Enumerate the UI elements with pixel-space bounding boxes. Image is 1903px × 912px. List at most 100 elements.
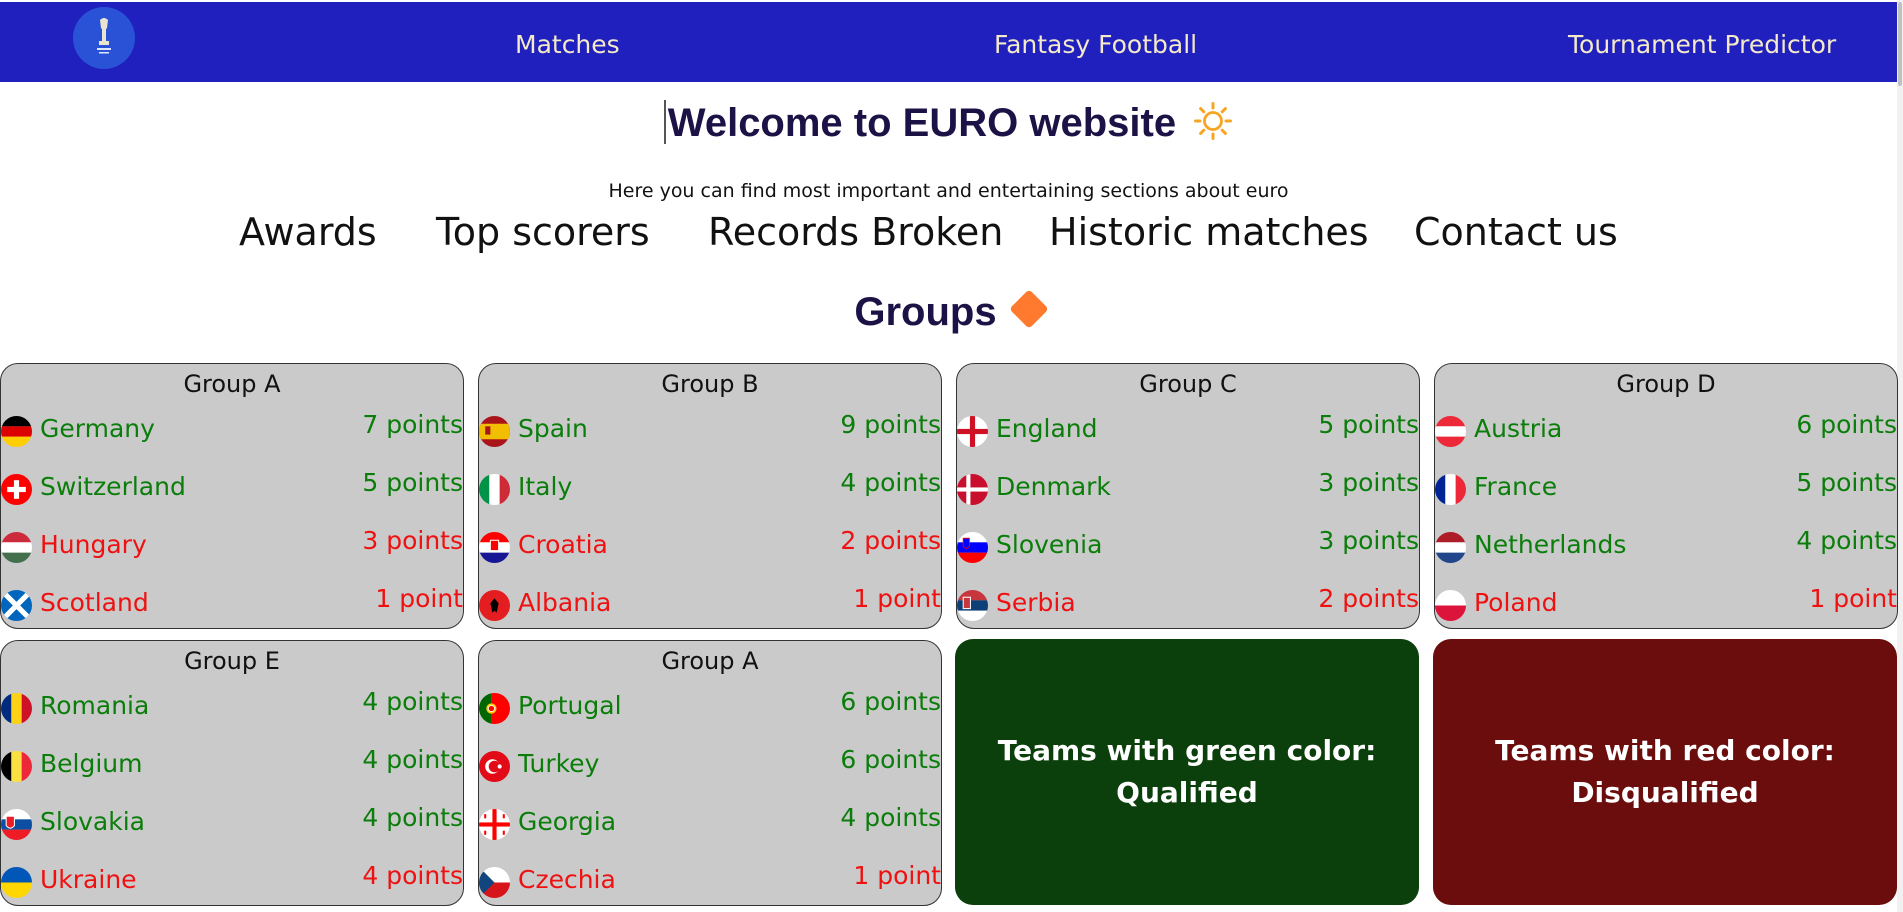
legend-qualified-line2: Qualified xyxy=(1116,776,1258,809)
group-card: Group E Romania 4 points Belgium 4 points Slo… xyxy=(0,640,464,906)
turkey-flag-icon xyxy=(479,751,510,782)
section-link-records-broken[interactable]: Records Broken xyxy=(708,210,1003,254)
team-points: 6 points xyxy=(840,687,941,716)
england-flag-icon xyxy=(957,416,988,447)
team-row: Czechia 1 point xyxy=(479,859,941,899)
team-row: Albania 1 point xyxy=(479,582,941,622)
scrollbar-thumb[interactable] xyxy=(1898,2,1902,86)
scotland-flag-icon xyxy=(1,590,32,621)
switzerland-flag-icon xyxy=(1,474,32,505)
section-link-top-scorers[interactable]: Top scorers xyxy=(436,210,650,254)
group-card: Group C England 5 points Denmark 3 points Slo… xyxy=(956,363,1420,629)
team-name: Spain xyxy=(518,414,588,443)
team-points: 1 point xyxy=(375,584,463,613)
section-link-awards[interactable]: Awards xyxy=(239,210,377,254)
austria-flag-icon xyxy=(1435,416,1466,447)
germany-flag-icon xyxy=(1,416,32,447)
team-points: 5 points xyxy=(1796,468,1897,497)
group-card: Group D Austria 6 points France 5 points Neth… xyxy=(1434,363,1898,629)
groups-heading-text: Groups xyxy=(854,290,997,334)
team-row: Ukraine 4 points xyxy=(1,859,463,899)
team-name: Hungary xyxy=(40,530,147,559)
team-name: Romania xyxy=(40,691,150,720)
team-points: 2 points xyxy=(1318,584,1419,613)
team-row: Italy 4 points xyxy=(479,466,941,506)
team-points: 4 points xyxy=(362,803,463,832)
sun-icon xyxy=(1194,102,1233,140)
top-nav: Matches Fantasy Football Tournament Pred… xyxy=(0,2,1897,82)
section-link-historic-matches[interactable]: Historic matches xyxy=(1049,210,1369,254)
legend-disqualified-line2: Disqualified xyxy=(1571,776,1759,809)
group-title: Group D xyxy=(1616,370,1716,398)
group-card: Group B Spain 9 points Italy 4 points Croatia… xyxy=(478,363,942,629)
team-points: 4 points xyxy=(362,687,463,716)
team-points: 3 points xyxy=(362,526,463,555)
group-title: Group B xyxy=(661,370,759,398)
team-row: Switzerland 5 points xyxy=(1,466,463,506)
page-title: Welcome to EURO website xyxy=(0,100,1897,146)
page-subtitle: Here you can find most important and ent… xyxy=(608,180,1289,202)
team-name: Germany xyxy=(40,414,155,443)
netherlands-flag-icon xyxy=(1435,532,1466,563)
team-points: 4 points xyxy=(362,745,463,774)
team-name: England xyxy=(996,414,1098,443)
euro-logo[interactable] xyxy=(73,7,135,69)
team-row: Slovakia 4 points xyxy=(1,801,463,841)
legend-qualified-line1: Teams with green color: xyxy=(997,734,1377,767)
team-row: Netherlands 4 points xyxy=(1435,524,1897,564)
team-row: Romania 4 points xyxy=(1,685,463,725)
nav-link-fantasy-football[interactable]: Fantasy Football xyxy=(994,30,1197,59)
croatia-flag-icon xyxy=(479,532,510,563)
team-row: Hungary 3 points xyxy=(1,524,463,564)
text-caret xyxy=(663,100,666,144)
trophy-icon xyxy=(97,18,111,54)
slovakia-flag-icon xyxy=(1,809,32,840)
team-row: Spain 9 points xyxy=(479,408,941,448)
team-name: Ukraine xyxy=(40,865,137,894)
team-row: Serbia 2 points xyxy=(957,582,1419,622)
team-row: Scotland 1 point xyxy=(1,582,463,622)
team-points: 6 points xyxy=(1796,410,1897,439)
hungary-flag-icon xyxy=(1,532,32,563)
team-points: 5 points xyxy=(362,468,463,497)
team-name: Poland xyxy=(1474,588,1558,617)
team-row: Portugal 6 points xyxy=(479,685,941,725)
legend-disqualified: Teams with red color: Disqualified xyxy=(1433,639,1897,905)
team-points: 4 points xyxy=(840,468,941,497)
orange-diamond-icon xyxy=(1008,289,1049,329)
group-card: Group A Portugal 6 points Turkey 6 points Geo… xyxy=(478,640,942,906)
group-title: Group A xyxy=(183,370,281,398)
team-row: Poland 1 point xyxy=(1435,582,1897,622)
group-title: Group A xyxy=(661,647,759,675)
team-name: Belgium xyxy=(40,749,143,778)
team-points: 5 points xyxy=(1318,410,1419,439)
slovenia-flag-icon xyxy=(957,532,988,563)
team-points: 2 points xyxy=(840,526,941,555)
nav-link-tournament-predictor[interactable]: Tournament Predictor xyxy=(1568,30,1836,59)
team-name: Georgia xyxy=(518,807,617,836)
page-title-text: Welcome to EURO website xyxy=(667,101,1177,145)
albania-flag-icon xyxy=(479,590,510,621)
team-name: Slovakia xyxy=(40,807,145,836)
team-row: Georgia 4 points xyxy=(479,801,941,841)
team-points: 4 points xyxy=(362,861,463,890)
ukraine-flag-icon xyxy=(1,867,32,898)
serbia-flag-icon xyxy=(957,590,988,621)
section-link-contact-us[interactable]: Contact us xyxy=(1414,210,1618,254)
team-name: Italy xyxy=(518,472,573,501)
france-flag-icon xyxy=(1435,474,1466,505)
team-points: 6 points xyxy=(840,745,941,774)
portugal-flag-icon xyxy=(479,693,510,724)
team-name: Austria xyxy=(1474,414,1563,443)
belgium-flag-icon xyxy=(1,751,32,782)
denmark-flag-icon xyxy=(957,474,988,505)
italy-flag-icon xyxy=(479,474,510,505)
team-row: Belgium 4 points xyxy=(1,743,463,783)
team-row: France 5 points xyxy=(1435,466,1897,506)
team-row: Germany 7 points xyxy=(1,408,463,448)
legend-disqualified-line1: Teams with red color: xyxy=(1495,734,1835,767)
team-name: Denmark xyxy=(996,472,1111,501)
legend-qualified: Teams with green color: Qualified xyxy=(955,639,1419,905)
nav-link-matches[interactable]: Matches xyxy=(515,30,620,59)
team-name: France xyxy=(1474,472,1558,501)
